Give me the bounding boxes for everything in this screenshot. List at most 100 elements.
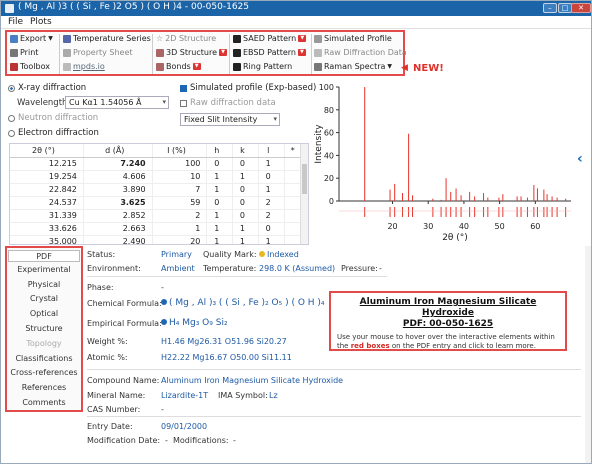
raman-icon [314,62,322,71]
column-header[interactable]: l [258,144,285,158]
wavelength-select[interactable]: Cu Kα1 1.54056 Å ▾ [65,96,169,109]
chevron-down-icon: ▼ [48,35,53,42]
toolbar-divider [311,34,312,74]
profile-icon [314,34,322,43]
empirical-formula-value[interactable]: H₄ Mg₃ O₉ Si₂ [161,318,228,328]
ring-pattern-button[interactable]: Ring Pattern [233,62,292,71]
toolbar-divider [152,34,153,74]
table-row[interactable]: 35.000 2.490 20 1 1 1 [10,235,308,244]
table-cell: 20 [152,235,208,244]
structure-2d-button[interactable]: ☆ 2D Structure [156,34,216,43]
toolbox-button[interactable]: Toolbox [10,62,50,71]
raman-spectra-button[interactable]: Raman Spectra ▼ [314,62,392,71]
menu-file[interactable]: File [8,17,23,27]
print-label: Print [20,48,39,57]
sidebar-item-cross-references[interactable]: Cross-references [7,368,81,377]
column-header[interactable]: d (Å) [83,144,153,158]
dropdown-icon[interactable]: ▼ [219,49,228,56]
electron-radio[interactable]: Electron diffraction [8,128,99,138]
column-header[interactable]: I (%) [152,144,208,158]
raman-label: Raman Spectra [324,62,386,71]
structure-3d-label: 3D Structure [166,48,218,57]
neutron-radio[interactable]: Neutron diffraction [8,113,98,123]
environment-value[interactable]: Ambient [161,264,195,273]
sidebar-item-experimental[interactable]: Experimental [7,265,81,274]
column-header[interactable]: h [206,144,234,158]
collapse-left-icon[interactable]: ‹ [577,151,583,167]
temperature-series-button[interactable]: Temperature Series [63,34,151,43]
table-row[interactable]: 33.626 2.663 1 1 1 0 [10,222,308,236]
ebsd-pattern-button[interactable]: EBSD Pattern ▼ [233,48,306,57]
xray-radio[interactable]: X-ray diffraction [8,83,86,93]
property-sheet-button[interactable]: Property Sheet [63,48,133,57]
table-cell: 0 [206,157,234,171]
close-button[interactable]: ✕ [571,3,591,13]
sidebar-item-pdf[interactable]: PDF [8,250,80,262]
intensity-select[interactable]: Fixed Slit Intensity ▾ [180,113,280,126]
scrollbar-thumb[interactable] [302,164,307,194]
raw-data-checkbox[interactable]: Raw diffraction data [180,98,276,108]
print-button[interactable]: Print [10,48,38,57]
bonds-button[interactable]: Bonds ▼ [156,62,201,71]
table-row[interactable]: 22.842 3.890 7 1 0 1 [10,183,308,197]
y-axis-label: Intensity [314,124,324,164]
sidebar-item-topology[interactable]: Topology [7,339,81,348]
table-cell: 7 [152,183,208,197]
mineral-name-value[interactable]: Lizardite-1T [161,391,208,400]
export-button[interactable]: Export ▼ [10,34,53,43]
bonds-icon [156,62,164,71]
compound-name-label: Compound Name: [87,376,160,385]
temperature-value[interactable]: 298.0 K (Assumed) [259,264,335,273]
menu-plots[interactable]: Plots [30,17,52,27]
checkbox-icon [180,84,187,92]
modification-date-label: Modification Date: [87,436,161,445]
sidebar-item-classifications[interactable]: Classifications [7,354,81,363]
detail-scrollbar[interactable] [585,246,591,463]
status-value[interactable]: Primary [161,250,192,259]
info-icon [161,299,167,305]
column-header[interactable]: 2θ (°) [10,144,84,158]
table-row[interactable]: 24.537 3.625 59 0 0 2 [10,196,308,210]
chevron-down-icon: ▼ [387,63,393,70]
simulated-profile-button[interactable]: Simulated Profile [314,34,392,43]
sidebar-item-references[interactable]: References [7,383,81,392]
dropdown-icon[interactable]: ▼ [192,63,201,70]
x-tick-label: 40 [459,222,469,231]
wavelength-label: Wavelength: [17,98,71,108]
print-icon [10,48,18,57]
column-header[interactable]: k [232,144,259,158]
dropdown-icon[interactable]: ▼ [298,35,307,42]
sim-profile-label: Simulated Profile [324,34,392,43]
radio-icon [8,84,15,92]
sidebar-item-comments[interactable]: Comments [7,398,81,407]
table-cell: 0 [232,196,259,210]
simulated-profile-checkbox[interactable]: Simulated profile (Exp-based) [180,83,316,93]
table-cell: 1 [206,209,234,223]
maximize-button[interactable]: □ [558,3,572,13]
table-scrollbar[interactable] [300,144,308,244]
structure-3d-button[interactable]: 3D Structure ▼ [156,48,228,57]
sidebar-item-optical[interactable]: Optical [7,309,81,318]
dropdown-icon[interactable]: ▼ [297,49,306,56]
quality-value[interactable]: Indexed [259,250,299,259]
saed-pattern-button[interactable]: SAED Pattern ▼ [233,34,307,43]
toolbar: Export ▼ Print Toolbox Temperature Series… [5,30,407,76]
mpds-link[interactable]: mpds.io [63,62,105,71]
raw-diffraction-button[interactable]: Raw Diffraction Data [314,48,407,57]
sidebar-item-physical[interactable]: Physical [7,280,81,289]
table-row[interactable]: 12.215 7.240 100 0 0 1 [10,157,308,171]
sidebar-item-crystal[interactable]: Crystal [7,294,81,303]
table-cell: 1 [258,157,285,171]
table-cell: 1 [206,235,234,244]
chemical-formula-value[interactable]: ( Mg , Al )₃ ( ( Si , Fe )₂ O₅ ) ( O H )… [161,298,325,308]
table-row[interactable]: 31.339 2.852 2 1 0 2 [10,209,308,223]
sidebar-item-structure[interactable]: Structure [7,324,81,333]
y-tick-label: 40 [324,151,334,160]
phase-label: Phase: [87,283,114,292]
table-cell: 1 [232,170,259,184]
chem-text: ( Mg , Al )₃ ( ( Si , Fe )₂ O₅ ) ( O H )… [169,298,325,308]
diffraction-chart[interactable]: 02040608010020 30 40 50 60Intensity2θ (°) [309,81,577,241]
table-row[interactable]: 19.254 4.606 10 1 1 0 [10,170,308,184]
minimize-button[interactable]: – [543,3,557,13]
table-cell: 0 [258,170,285,184]
